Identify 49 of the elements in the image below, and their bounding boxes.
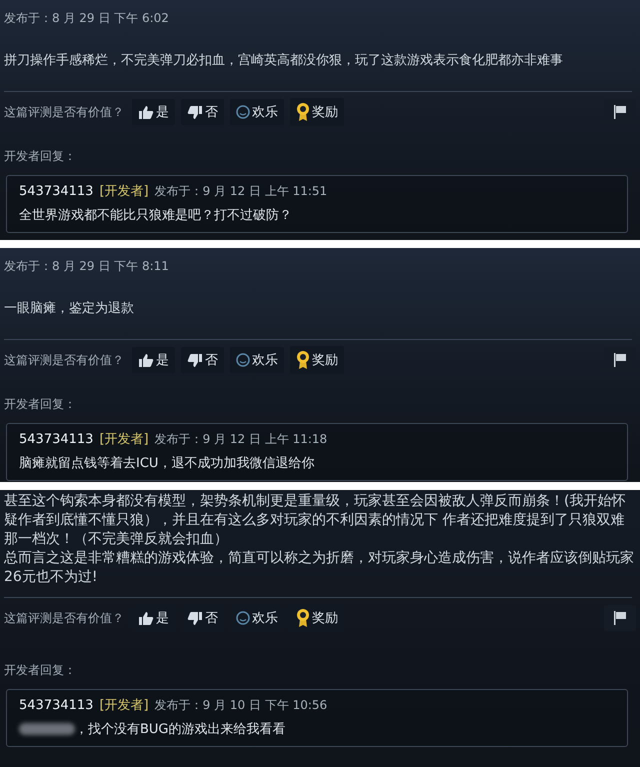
vote-button[interactable]: 是	[132, 99, 175, 125]
thumbs-down-icon	[187, 104, 203, 120]
developer-tag: [开发者]	[99, 430, 149, 448]
developer-tag: [开发者]	[99, 696, 149, 714]
reply-author: 543734113	[19, 184, 94, 199]
reply-author: 543734113	[19, 432, 94, 447]
reply-text: 脑瘫就留点钱等着去ICU，退不成功加我微信退给你	[19, 455, 314, 472]
reply-date: 发布于：9 月 12 日 上午 11:51	[154, 183, 328, 200]
thumbs-down-icon	[187, 610, 203, 626]
review-text: 一眼脑瘫，鉴定为退款	[4, 300, 135, 318]
thumbs-up-icon	[138, 610, 154, 626]
developer-reply-label: 开发者回复：	[4, 662, 77, 679]
smiley-icon	[236, 105, 250, 119]
thumbs-up-icon	[138, 104, 154, 120]
developer-reply-label: 开发者回复：	[4, 396, 77, 413]
developer-reply-label: 开发者回复：	[4, 148, 77, 165]
review-text: 甚至这个钩索本身都没有模型，架势条机制更是重量级，玩家甚至会因被敌人弹反而崩条！(我开始怀疑作者到底懂不懂只狼），并且在有这么多对玩家的不利因素的情况下 作者还把难度提到了只狼双难那一档次！（不完美弹反就会扣血）	[4, 492, 626, 549]
review-text: 拼刀操作手感稀烂，不完美弹刀必扣血，宫崎英高都没你狠，玩了这款游戏表示食化肥都亦非难事	[4, 52, 564, 70]
thumbs-up-icon	[138, 352, 154, 368]
helpful-prompt: 这篇评测是否有价值？	[4, 104, 124, 120]
award-icon	[296, 350, 310, 370]
review-text: 总而言之这是非常糟糕的游戏体验，简直可以称之为折磨，对玩家身心造成伤害，说作者应该倒贴玩家26元也不为过!	[4, 549, 635, 587]
vote-button[interactable]: 是	[132, 347, 175, 373]
award-icon	[296, 608, 310, 628]
vote-button[interactable]: 欢乐	[230, 99, 284, 125]
post-date: 发布于：8 月 29 日 下午 8:11	[4, 258, 170, 275]
vote-button[interactable]: 奖励	[290, 98, 344, 126]
flag-icon	[612, 610, 628, 626]
vote-button[interactable]: 否	[181, 347, 224, 373]
award-icon	[296, 102, 310, 122]
vote-button[interactable]: 奖励	[290, 346, 344, 374]
thumbs-down-icon	[187, 352, 203, 368]
flag-icon	[612, 352, 628, 368]
reply-date: 发布于：9 月 10 日 下午 10:56	[154, 697, 328, 714]
report-button[interactable]	[604, 605, 636, 631]
developer-tag: [开发者]	[99, 182, 149, 200]
reply-date: 发布于：9 月 12 日 上午 11:18	[154, 431, 328, 448]
blurred-text	[19, 723, 75, 735]
flag-icon	[612, 104, 628, 120]
smiley-icon	[236, 353, 250, 367]
smiley-icon	[236, 611, 250, 625]
reply-text: 全世界游戏都不能比只狼难是吧？打不过破防？	[19, 207, 292, 224]
reply-author: 543734113	[19, 698, 94, 713]
post-date: 发布于：8 月 29 日 下午 6:02	[4, 10, 170, 27]
reply-text: ，找个没有BUG的游戏出来给我看看	[75, 721, 286, 738]
vote-button[interactable]: 欢乐	[230, 347, 284, 373]
vote-button[interactable]: 否	[181, 99, 224, 125]
helpful-prompt: 这篇评测是否有价值？	[4, 610, 124, 626]
helpful-prompt: 这篇评测是否有价值？	[4, 352, 124, 368]
